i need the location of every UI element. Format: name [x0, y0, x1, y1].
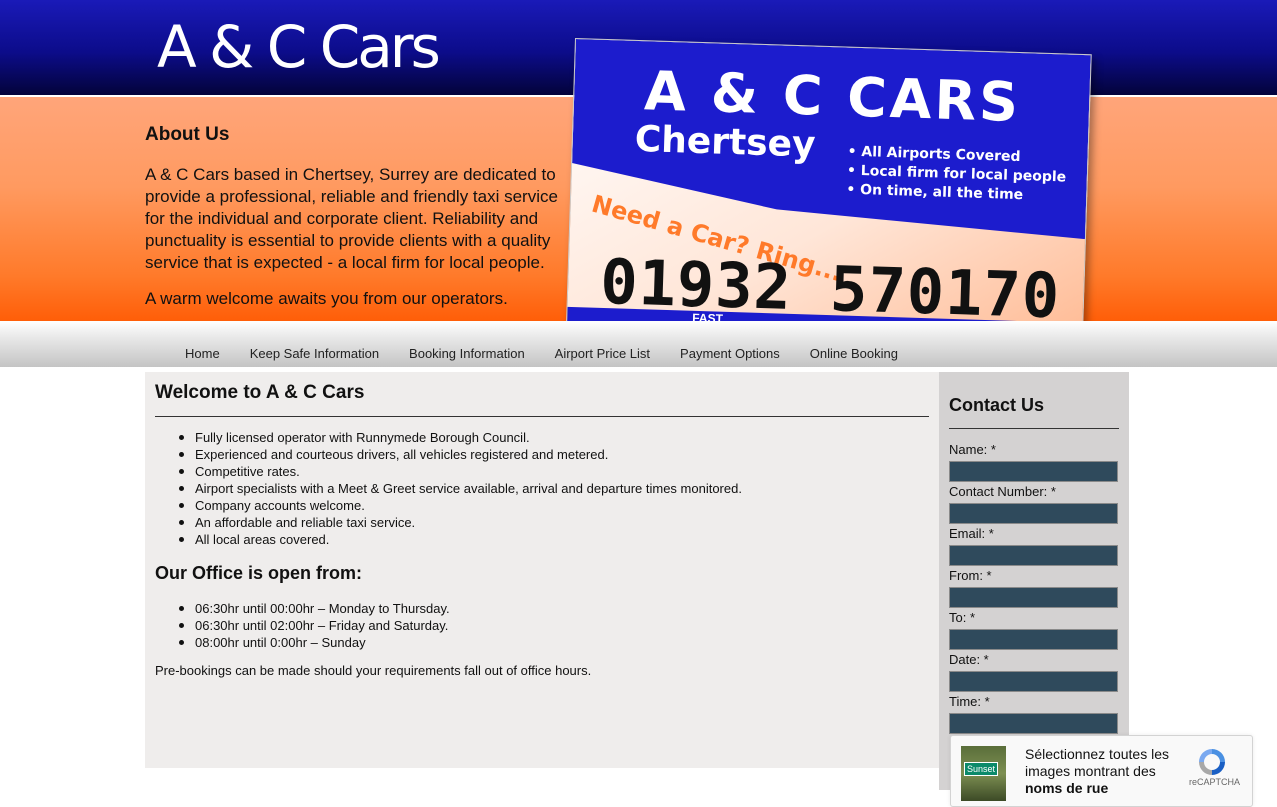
- captcha-thumbnail: Sunset: [961, 746, 1006, 801]
- list-item: An affordable and reliable taxi service.: [177, 514, 742, 531]
- list-item: 06:30hr until 00:00hr – Monday to Thursd…: [177, 600, 450, 617]
- email-input[interactable]: [949, 545, 1118, 566]
- list-item: Airport specialists with a Meet & Greet …: [177, 480, 742, 497]
- contact-heading: Contact Us: [949, 395, 1045, 415]
- nav-airport-prices[interactable]: Airport Price List: [555, 346, 650, 361]
- contact-sidebar: Contact Us Name: * Contact Number: * Ema…: [939, 372, 1129, 790]
- sign-subtitle: Chertsey: [634, 118, 817, 166]
- date-input[interactable]: [949, 671, 1118, 692]
- time-label: Time: *: [949, 694, 990, 709]
- to-field-group: To: *: [949, 610, 1119, 650]
- contact-number-label: Contact Number: *: [949, 484, 1056, 499]
- nav-keep-safe[interactable]: Keep Safe Information: [250, 346, 379, 361]
- from-field-group: From: *: [949, 568, 1119, 608]
- recaptcha-label: reCAPTCHA: [1189, 777, 1241, 787]
- contact-number-field-group: Contact Number: *: [949, 484, 1119, 524]
- recaptcha-challenge[interactable]: Sunset Sélectionnez toutes les images mo…: [950, 735, 1253, 807]
- main-content: Welcome to A & C Cars Fully licensed ope…: [145, 372, 939, 768]
- list-item: Experienced and courteous drivers, all v…: [177, 446, 742, 463]
- time-field-group: Time: *: [949, 694, 1119, 734]
- site-logo[interactable]: A & C Cars: [157, 12, 441, 82]
- captcha-instruction-target: noms de rue: [1025, 780, 1109, 796]
- list-item: 08:00hr until 0:00hr – Sunday: [177, 634, 450, 651]
- to-input[interactable]: [949, 629, 1118, 650]
- advert-sign-image: A & C CARS Chertsey • All Airports Cover…: [565, 38, 1092, 357]
- features-list: Fully licensed operator with Runnymede B…: [177, 429, 742, 548]
- contact-divider: [949, 428, 1119, 429]
- nav-items: Home Keep Safe Information Booking Infor…: [185, 346, 898, 361]
- from-input[interactable]: [949, 587, 1118, 608]
- name-label: Name: *: [949, 442, 996, 457]
- email-field-group: Email: *: [949, 526, 1119, 566]
- email-label: Email: *: [949, 526, 994, 541]
- recaptcha-logo-icon: [1199, 749, 1225, 775]
- about-heading: About Us: [145, 124, 230, 145]
- list-item: All local areas covered.: [177, 531, 742, 548]
- about-paragraph: A & C Cars based in Chertsey, Surrey are…: [145, 165, 558, 272]
- captcha-instruction-line: Sélectionnez toutes les images montrant …: [1025, 746, 1169, 779]
- from-label: From: *: [949, 568, 992, 583]
- list-item: 06:30hr until 02:00hr – Friday and Satur…: [177, 617, 450, 634]
- prebook-note: Pre-bookings can be made should your req…: [155, 663, 592, 678]
- sign-bullets: • All Airports Covered • Local firm for …: [846, 143, 1067, 207]
- nav-payment-options[interactable]: Payment Options: [680, 346, 780, 361]
- name-field-group: Name: *: [949, 442, 1119, 482]
- street-sign-text: Sunset: [964, 762, 999, 776]
- main-nav: Home Keep Safe Information Booking Infor…: [0, 321, 1277, 367]
- title-divider: [155, 416, 929, 417]
- about-section: About Us A & C Cars based in Chertsey, S…: [145, 124, 565, 324]
- nav-home[interactable]: Home: [185, 346, 220, 361]
- to-label: To: *: [949, 610, 976, 625]
- list-item: Fully licensed operator with Runnymede B…: [177, 429, 742, 446]
- nav-online-booking[interactable]: Online Booking: [810, 346, 898, 361]
- list-item: Competitive rates.: [177, 463, 742, 480]
- time-input[interactable]: [949, 713, 1118, 734]
- name-input[interactable]: [949, 461, 1118, 482]
- hours-list: 06:30hr until 00:00hr – Monday to Thursd…: [177, 600, 450, 651]
- about-welcome: A warm welcome awaits you from our opera…: [145, 289, 508, 308]
- contact-number-input[interactable]: [949, 503, 1118, 524]
- date-field-group: Date: *: [949, 652, 1119, 692]
- nav-booking-info[interactable]: Booking Information: [409, 346, 525, 361]
- list-item: Company accounts welcome.: [177, 497, 742, 514]
- captcha-instructions: Sélectionnez toutes les images montrant …: [1025, 746, 1185, 797]
- date-label: Date: *: [949, 652, 989, 667]
- hours-heading: Our Office is open from:: [155, 563, 363, 583]
- page-title: Welcome to A & C Cars: [155, 382, 365, 403]
